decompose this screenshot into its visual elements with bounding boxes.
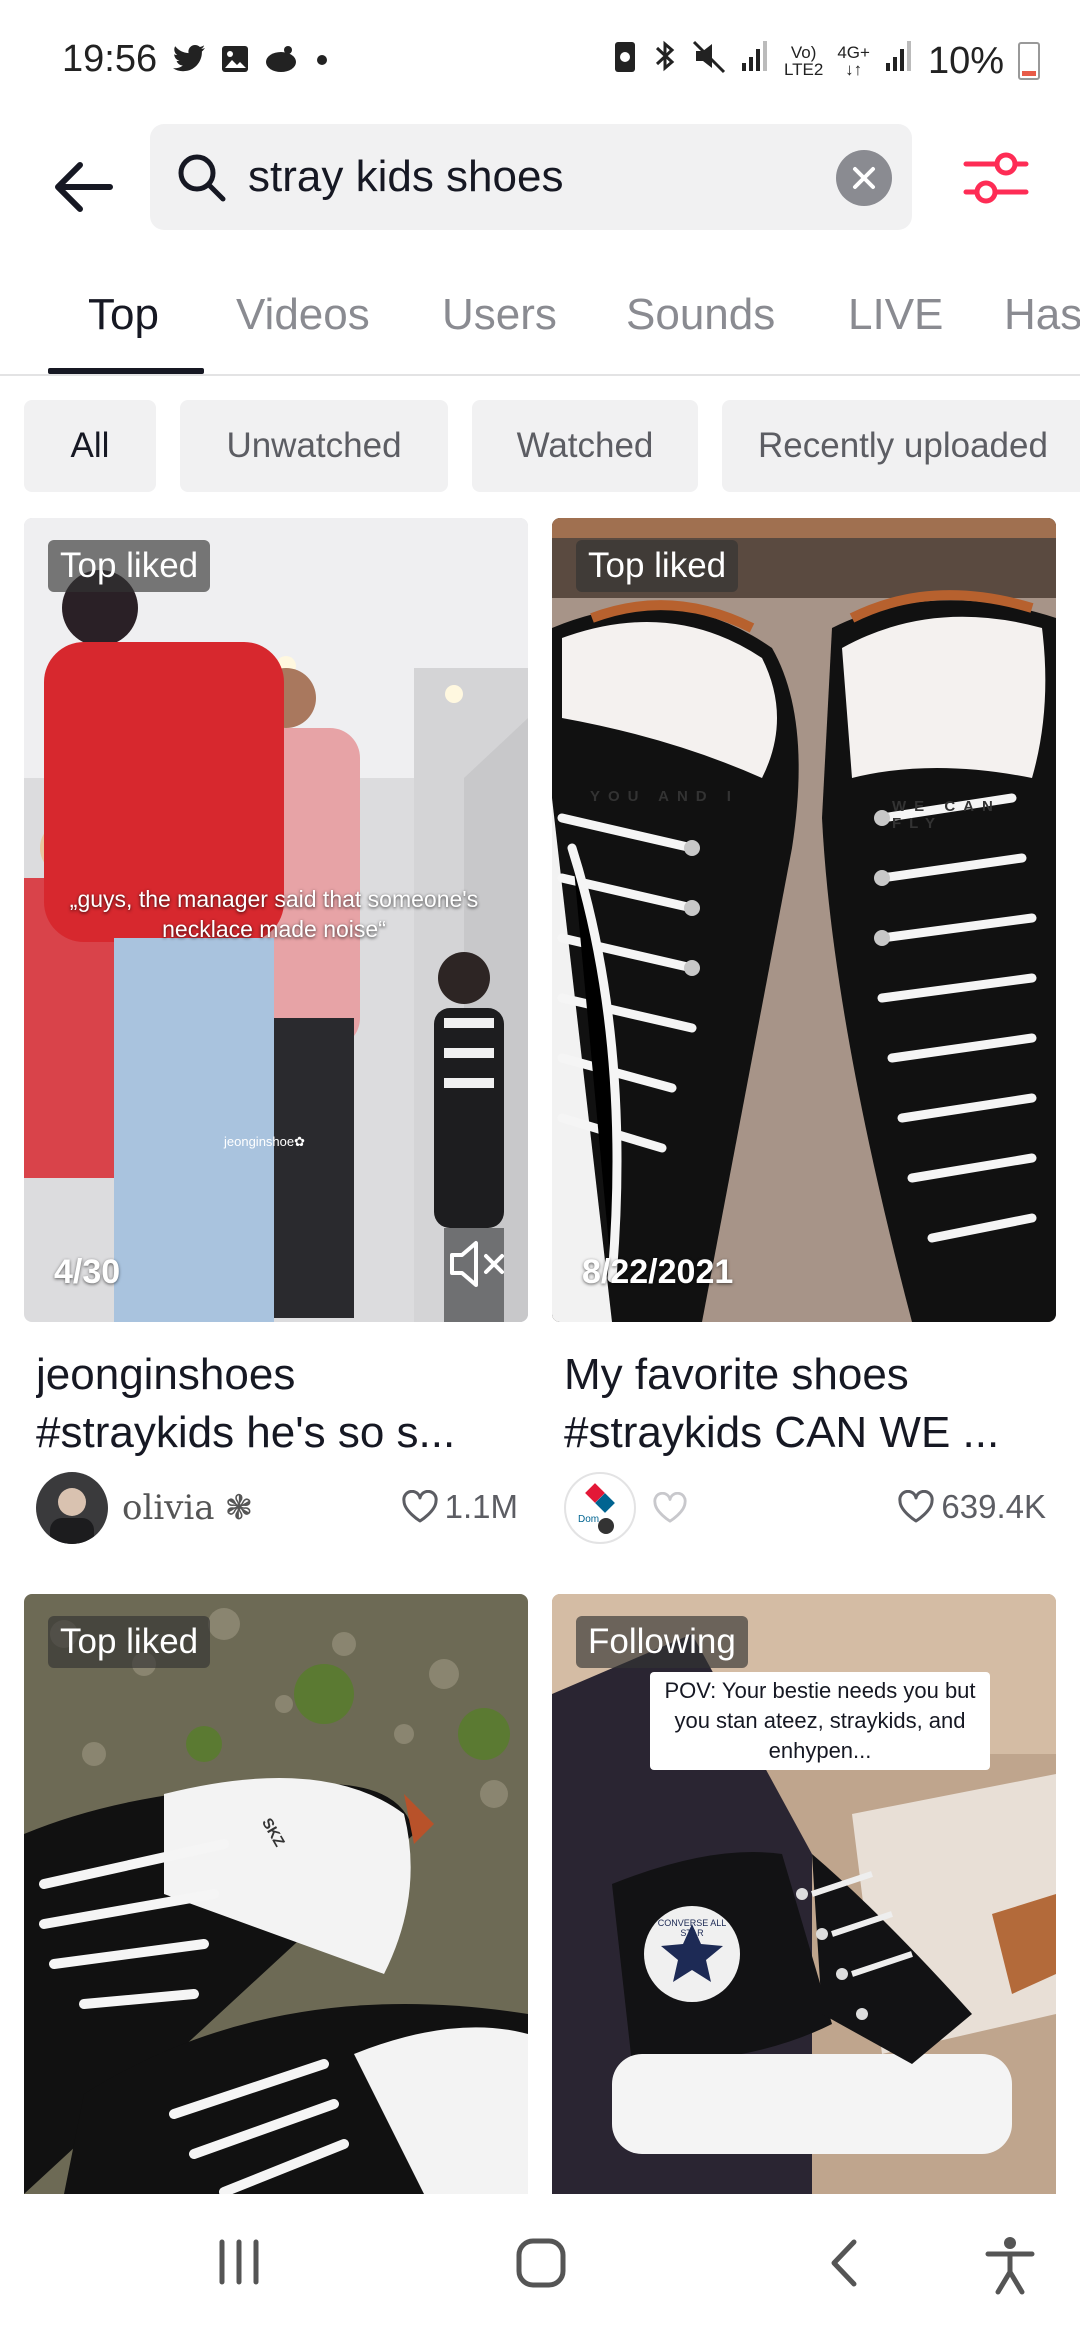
gallery-icon (220, 44, 250, 79)
notification-icons (172, 44, 332, 79)
battery-icon (1018, 42, 1040, 80)
chip-recently-uploaded[interactable]: Recently uploaded (722, 400, 1080, 492)
top-liked-badge: Top liked (48, 1616, 211, 1668)
top-liked-badge: Top liked (576, 540, 739, 592)
close-icon (853, 167, 875, 189)
back-arrow-icon (55, 162, 113, 212)
tab-live[interactable]: LIVE (848, 290, 943, 340)
volte-indicator: Vo) LTE2 (783, 43, 824, 79)
recent-apps-button[interactable] (214, 2236, 264, 2293)
video-thumbnail[interactable]: SKZ Top liked (24, 1594, 528, 2194)
search-icon (174, 150, 230, 211)
tab-users[interactable]: Users (442, 290, 557, 340)
twitter-icon (172, 44, 206, 79)
avatar-image (585, 1483, 615, 1534)
video-card[interactable]: Top liked „guys, the manager said that s… (24, 518, 528, 1548)
screenshot-icon (612, 38, 638, 84)
video-watermark: jeonginshoe✿ (224, 1134, 306, 1149)
bluetooth-icon (652, 38, 678, 84)
clear-search-button[interactable] (836, 150, 892, 206)
filter-button[interactable] (958, 146, 1034, 210)
video-overlay-caption: „guys, the manager said that someone's n… (69, 886, 479, 942)
video-date: 8/22/2021 (582, 1253, 734, 1291)
lace-beads-text: WE CAN FLY (892, 798, 1001, 832)
video-author[interactable]: Dom (564, 1472, 688, 1544)
avatar[interactable]: Dom (564, 1472, 636, 1544)
tab-sounds[interactable]: Sounds (626, 290, 775, 340)
video-card[interactable]: YOU AND I WE CAN FLY Top liked 8/22/2021… (552, 518, 1056, 1548)
video-card[interactable]: CONVERSE ALL STAR POV: Your bestie needs… (552, 1594, 1056, 2194)
video-title[interactable]: My favorite shoes #straykids CAN WE ... (564, 1346, 1050, 1462)
search-query[interactable]: stray kids shoes (248, 152, 563, 202)
filter-sliders-icon (963, 152, 1029, 204)
status-time: 19:56 (62, 38, 158, 80)
signal-icon (740, 39, 770, 83)
search-input[interactable]: stray kids shoes (150, 124, 912, 230)
author-emoji: ❃ (224, 1488, 254, 1528)
like-count: 639.4K (897, 1488, 1046, 1526)
video-thumbnail[interactable]: YOU AND I WE CAN FLY Top liked 8/22/2021 (552, 518, 1056, 1322)
video-thumbnail[interactable]: CONVERSE ALL STAR POV: Your bestie needs… (552, 1594, 1056, 2194)
system-icons: Vo) LTE2 4G+ ↓↑ 10% (612, 38, 1040, 84)
tab-videos[interactable]: Videos (236, 290, 370, 340)
chip-unwatched[interactable]: Unwatched (180, 400, 448, 492)
top-liked-badge: Top liked (48, 540, 211, 592)
dot-icon (312, 44, 332, 79)
video-thumbnail-image (552, 518, 1056, 1322)
lace-beads-text: YOU AND I (590, 788, 739, 805)
video-author[interactable]: olivia ❃ (36, 1472, 253, 1544)
status-bar: 19:56 Vo) LTE2 4G+ ↓↑ 10% (0, 0, 1080, 120)
home-button[interactable] (514, 2236, 568, 2295)
video-thumbnail-image (24, 1594, 528, 2194)
tab-top[interactable]: Top (88, 290, 159, 340)
avatar[interactable] (36, 1472, 108, 1544)
video-overlay-caption: POV: Your bestie needs you but you stan … (650, 1672, 990, 1770)
home-icon (516, 2238, 566, 2288)
author-name[interactable]: olivia (122, 1488, 215, 1528)
app-icon (264, 44, 298, 79)
video-title[interactable]: jeonginshoes #straykids he's so s... (36, 1346, 522, 1462)
chevron-left-icon (831, 2239, 857, 2287)
signal-icon (884, 39, 914, 83)
video-date: 4/30 (54, 1253, 121, 1291)
active-tab-indicator (48, 368, 204, 374)
chip-watched[interactable]: Watched (472, 400, 698, 492)
accessibility-icon (985, 2237, 1035, 2295)
recent-apps-icon (219, 2239, 259, 2285)
tab-hashtags[interactable]: Has (1004, 290, 1080, 340)
mute-button[interactable] (446, 1237, 508, 1296)
system-navigation-bar (0, 2196, 1080, 2340)
network-indicator: 4G+ ↓↑ (837, 43, 870, 79)
like-count: 1.1M (401, 1488, 518, 1526)
video-card[interactable]: SKZ Top liked (24, 1594, 528, 2194)
back-button[interactable] (44, 148, 122, 226)
battery-percent: 10% (927, 39, 1004, 82)
search-tabs: Top Videos Users Sounds LIVE Has (0, 262, 1080, 376)
following-badge: Following (576, 1616, 748, 1668)
heart-icon (402, 1490, 438, 1523)
back-nav-button[interactable] (824, 2236, 864, 2295)
heart-icon (653, 1492, 687, 1523)
shoe-logo-text: CONVERSE ALL STAR (657, 1918, 727, 1938)
heart-icon (898, 1490, 935, 1523)
speaker-muted-icon (450, 1241, 504, 1287)
mute-icon (692, 38, 726, 84)
accessibility-button[interactable] (984, 2236, 1036, 2301)
video-thumbnail[interactable]: Top liked „guys, the manager said that s… (24, 518, 528, 1322)
chip-all[interactable]: All (24, 400, 156, 492)
